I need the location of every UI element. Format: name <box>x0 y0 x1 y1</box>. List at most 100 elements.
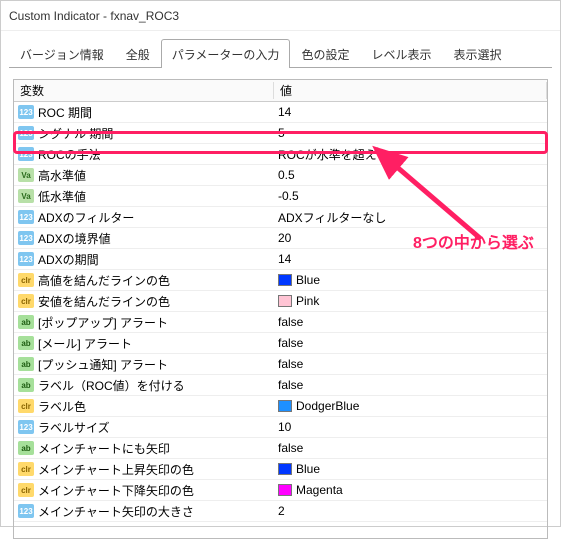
window-titlebar: Custom Indicator - fxnav_ROC3 <box>1 1 560 31</box>
param-row[interactable]: ab[ポップアップ] アラートfalse <box>14 312 547 333</box>
param-row[interactable]: Va高水準値0.5 <box>14 165 547 186</box>
param-value-cell[interactable]: false <box>274 336 547 350</box>
param-row[interactable]: abラベル（ROC値）を付けるfalse <box>14 375 547 396</box>
param-name-cell: 123メインチャート矢印の大きさ <box>14 503 274 520</box>
tab-bar: バージョン情報全般パラメーターの入力色の設定レベル表示表示選択 <box>1 31 560 68</box>
param-value-cell[interactable]: 2 <box>274 504 547 518</box>
param-name-cell: 123 シグナル 期間 <box>14 125 274 142</box>
color-swatch <box>278 463 292 475</box>
param-value: Magenta <box>296 483 343 497</box>
param-value-cell[interactable]: 0.5 <box>274 168 547 182</box>
param-name: 高値を結んだラインの色 <box>38 272 170 289</box>
param-name-cell: 123ADXの境界値 <box>14 230 274 247</box>
tab-3[interactable]: 色の設定 <box>290 39 360 68</box>
param-value: false <box>278 378 303 392</box>
param-name-cell: 123 ADXのフィルター <box>14 209 274 226</box>
param-value-cell[interactable]: 14 <box>274 105 547 119</box>
color-type-icon: clr <box>18 294 34 308</box>
param-row[interactable]: clr メインチャート下降矢印の色 Magenta <box>14 480 547 501</box>
header-variable-label: 変数 <box>20 82 44 99</box>
param-value: ADXフィルターなし <box>278 209 386 226</box>
int-type-icon: 123 <box>18 252 34 266</box>
param-name: 高水準値 <box>38 167 86 184</box>
param-value: 14 <box>278 252 291 266</box>
param-row[interactable]: clr メインチャート上昇矢印の色 Blue <box>14 459 547 480</box>
param-value-cell[interactable]: 5 <box>274 126 547 140</box>
param-row[interactable]: 123 シグナル 期間 5 <box>14 123 547 144</box>
param-row[interactable]: ab [メール] アラート false <box>14 333 547 354</box>
param-name: ADXのフィルター <box>38 209 134 226</box>
param-value-cell[interactable]: 20 <box>274 231 547 245</box>
param-value-cell[interactable]: DodgerBlue <box>274 399 547 413</box>
bool-type-icon: ab <box>18 315 34 329</box>
param-value: 20 <box>278 231 291 245</box>
param-row[interactable]: ab[プッシュ通知] アラート false <box>14 354 547 375</box>
param-name: [メール] アラート <box>38 335 132 352</box>
param-value: ROCが水準を超える <box>278 146 388 163</box>
param-value: 2 <box>278 504 285 518</box>
param-value-cell[interactable]: ADXフィルターなし <box>274 209 547 226</box>
int-type-icon: 123 <box>18 231 34 245</box>
param-name-cell: clr メインチャート下降矢印の色 <box>14 482 274 499</box>
param-value: Blue <box>296 462 320 476</box>
param-value: false <box>278 357 303 371</box>
param-value-cell[interactable]: -0.5 <box>274 189 547 203</box>
tab-1[interactable]: 全般 <box>115 39 161 68</box>
param-row[interactable]: 123ROCの手法ROCが水準を超える <box>14 144 547 165</box>
param-name: メインチャート下降矢印の色 <box>38 482 194 499</box>
param-row[interactable]: Va低水準値-0.5 <box>14 186 547 207</box>
tab-2[interactable]: パラメーターの入力 <box>161 39 291 68</box>
param-row[interactable]: clr 高値を結んだラインの色 Blue <box>14 270 547 291</box>
param-row[interactable]: clrラベル色DodgerBlue <box>14 396 547 417</box>
param-name-cell: 123ROC 期間 <box>14 104 274 121</box>
param-row[interactable]: abメインチャートにも矢印false <box>14 438 547 459</box>
header-value[interactable]: 値 <box>274 82 547 99</box>
color-type-icon: clr <box>18 273 34 287</box>
bool-type-icon: ab <box>18 336 34 350</box>
param-value-cell[interactable]: false <box>274 441 547 455</box>
header-variable[interactable]: 変数 <box>14 82 274 99</box>
param-row[interactable]: 123 ADXのフィルター ADXフィルターなし <box>14 207 547 228</box>
param-name-cell: ab[プッシュ通知] アラート <box>14 356 274 373</box>
param-name: ラベル色 <box>38 398 86 415</box>
param-name-cell: clr安値を結んだラインの色 <box>14 293 274 310</box>
param-row[interactable]: 123メインチャート矢印の大きさ 2 <box>14 501 547 522</box>
int-type-icon: 123 <box>18 126 34 140</box>
color-swatch <box>278 295 292 307</box>
param-value-cell[interactable]: 10 <box>274 420 547 434</box>
param-value-cell[interactable]: false <box>274 378 547 392</box>
param-row[interactable]: 123ADXの期間14 <box>14 249 547 270</box>
tab-5[interactable]: 表示選択 <box>442 39 512 68</box>
color-type-icon: clr <box>18 462 34 476</box>
param-row[interactable]: 123ラベルサイズ 10 <box>14 417 547 438</box>
int-type-icon: 123 <box>18 147 34 161</box>
header-value-label: 値 <box>280 82 292 99</box>
param-value: 10 <box>278 420 291 434</box>
param-name: メインチャート上昇矢印の色 <box>38 461 194 478</box>
tab-0[interactable]: バージョン情報 <box>9 39 115 68</box>
param-value-cell[interactable]: ROCが水準を超える <box>274 146 547 163</box>
param-value: 14 <box>278 105 291 119</box>
window-title: Custom Indicator - fxnav_ROC3 <box>9 9 179 23</box>
param-value-cell[interactable]: false <box>274 315 547 329</box>
param-row[interactable]: 123ROC 期間 14 <box>14 102 547 123</box>
param-value: false <box>278 336 303 350</box>
param-name-cell: abメインチャートにも矢印 <box>14 440 274 457</box>
tab-4[interactable]: レベル表示 <box>360 39 442 68</box>
param-name-cell: 123ラベルサイズ <box>14 419 274 436</box>
param-name: シグナル 期間 <box>38 125 113 142</box>
color-type-icon: clr <box>18 483 34 497</box>
param-value-cell[interactable]: false <box>274 357 547 371</box>
param-value-cell[interactable]: Magenta <box>274 483 547 497</box>
grid-header: 変数 値 <box>14 80 547 102</box>
param-value-cell[interactable]: Blue <box>274 273 547 287</box>
param-value-cell[interactable]: Pink <box>274 294 547 308</box>
param-name-cell: clr メインチャート上昇矢印の色 <box>14 461 274 478</box>
param-row[interactable]: clr安値を結んだラインの色Pink <box>14 291 547 312</box>
int-type-icon: 123 <box>18 210 34 224</box>
param-row[interactable]: 123ADXの境界値 20 <box>14 228 547 249</box>
param-value-cell[interactable]: 14 <box>274 252 547 266</box>
param-value-cell[interactable]: Blue <box>274 462 547 476</box>
param-value: -0.5 <box>278 189 299 203</box>
dbl-type-icon: Va <box>18 189 34 203</box>
